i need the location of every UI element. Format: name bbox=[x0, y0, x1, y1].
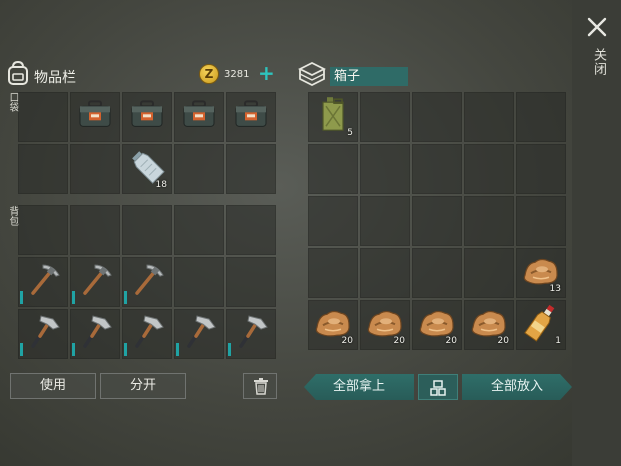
put-all-button[interactable]: 全部放入 bbox=[462, 374, 572, 400]
pocket-slot[interactable] bbox=[70, 144, 120, 194]
toolbox-icon bbox=[130, 99, 164, 133]
item-count: 18 bbox=[155, 180, 167, 190]
pocket-slot[interactable] bbox=[18, 92, 68, 142]
box-slot[interactable] bbox=[360, 92, 410, 142]
hatchet-icon bbox=[75, 311, 115, 355]
backpack-slot[interactable] bbox=[226, 309, 276, 359]
durability-bar bbox=[72, 291, 75, 304]
box-slot[interactable] bbox=[360, 144, 410, 194]
coin-count: 3281 bbox=[224, 69, 250, 80]
take-all-button[interactable]: 全部拿上 bbox=[304, 374, 414, 400]
toolbox-icon bbox=[182, 99, 216, 133]
box-slot[interactable] bbox=[412, 196, 462, 246]
pocket-slot[interactable] bbox=[174, 144, 224, 194]
grid-sort-icon bbox=[430, 380, 446, 396]
pocket-slot[interactable] bbox=[18, 144, 68, 194]
inventory-title: 物品栏 bbox=[34, 70, 76, 86]
box-slot[interactable] bbox=[360, 196, 410, 246]
box-slot[interactable] bbox=[464, 196, 514, 246]
item-count: 20 bbox=[393, 336, 405, 346]
backpack-slot[interactable] bbox=[122, 257, 172, 307]
item-count: 20 bbox=[341, 336, 353, 346]
hatchet-icon bbox=[127, 311, 167, 355]
backpack-slot[interactable] bbox=[226, 205, 276, 255]
coin-icon: Z bbox=[199, 64, 219, 84]
backpack-slot[interactable] bbox=[70, 309, 120, 359]
item-count: 1 bbox=[555, 336, 561, 346]
box-slot[interactable]: 20 bbox=[464, 300, 514, 350]
box-slot[interactable] bbox=[360, 248, 410, 298]
backpack-slot[interactable] bbox=[122, 205, 172, 255]
backpack-slot[interactable] bbox=[18, 309, 68, 359]
backpack-slot[interactable] bbox=[174, 309, 224, 359]
item-count: 20 bbox=[445, 336, 457, 346]
box-slot[interactable]: 20 bbox=[412, 300, 462, 350]
pocket-slot[interactable] bbox=[122, 92, 172, 142]
backpack-grid bbox=[18, 205, 276, 359]
backpack-slot[interactable] bbox=[18, 205, 68, 255]
use-button[interactable]: 使用 bbox=[10, 373, 96, 399]
box-slot[interactable] bbox=[412, 92, 462, 142]
toolbox-icon bbox=[78, 99, 112, 133]
backpack-slot[interactable] bbox=[18, 257, 68, 307]
split-button[interactable]: 分开 bbox=[100, 373, 186, 399]
box-slot[interactable] bbox=[412, 144, 462, 194]
durability-bar bbox=[176, 343, 179, 356]
box-slot[interactable]: 5 bbox=[308, 92, 358, 142]
item-count: 20 bbox=[497, 336, 509, 346]
box-slot[interactable] bbox=[464, 92, 514, 142]
pocket-slot[interactable] bbox=[226, 144, 276, 194]
durability-bar bbox=[124, 291, 127, 304]
hatchet-icon bbox=[23, 311, 63, 355]
backpack-slot[interactable] bbox=[174, 257, 224, 307]
box-slot[interactable] bbox=[516, 196, 566, 246]
durability-bar bbox=[20, 291, 23, 304]
pickaxe-icon bbox=[23, 259, 63, 303]
box-slot[interactable]: 13 bbox=[516, 248, 566, 298]
jerrycan-icon bbox=[318, 96, 348, 136]
pocket-slot[interactable]: 18 bbox=[122, 144, 172, 194]
hatchet-icon bbox=[179, 311, 219, 355]
box-slot[interactable] bbox=[412, 248, 462, 298]
box-slot[interactable] bbox=[464, 248, 514, 298]
backpack-slot[interactable] bbox=[70, 205, 120, 255]
toolbox-icon bbox=[234, 99, 268, 133]
backpack-slot[interactable] bbox=[70, 257, 120, 307]
box-slot[interactable] bbox=[516, 92, 566, 142]
box-slot[interactable]: 20 bbox=[308, 300, 358, 350]
durability-bar bbox=[124, 343, 127, 356]
pocket-slot[interactable] bbox=[226, 92, 276, 142]
hatchet-icon bbox=[231, 311, 271, 355]
box-slot[interactable] bbox=[308, 248, 358, 298]
box-slot[interactable] bbox=[464, 144, 514, 194]
box-slot[interactable] bbox=[516, 144, 566, 194]
close-label[interactable]: 关闭 bbox=[589, 48, 608, 76]
backpack-slot[interactable] bbox=[226, 257, 276, 307]
close-icon[interactable] bbox=[586, 16, 608, 38]
durability-bar bbox=[228, 343, 231, 356]
sort-button[interactable] bbox=[418, 374, 458, 400]
backpack-slot[interactable] bbox=[122, 309, 172, 359]
trash-button[interactable] bbox=[243, 373, 277, 399]
box-slot[interactable]: 1 bbox=[516, 300, 566, 350]
box-slot[interactable] bbox=[308, 144, 358, 194]
pocket-slot[interactable] bbox=[174, 92, 224, 142]
pickaxe-icon bbox=[75, 259, 115, 303]
box-slot[interactable]: 20 bbox=[360, 300, 410, 350]
add-coins-button[interactable]: + bbox=[258, 63, 275, 83]
box-icon bbox=[298, 61, 326, 87]
backpack-icon bbox=[8, 60, 28, 85]
box-slot[interactable] bbox=[308, 196, 358, 246]
item-count: 5 bbox=[347, 128, 353, 138]
pocket-grid: 18 bbox=[18, 92, 276, 194]
pocket-slot[interactable] bbox=[70, 92, 120, 142]
box-grid: 5 13 20 20 20 20 1 bbox=[308, 92, 566, 357]
pickaxe-icon bbox=[127, 259, 167, 303]
durability-bar bbox=[20, 343, 23, 356]
item-count: 13 bbox=[549, 284, 561, 294]
box-title: 箱子 bbox=[330, 67, 408, 86]
backpack-slot[interactable] bbox=[174, 205, 224, 255]
trash-icon bbox=[254, 378, 268, 395]
durability-bar bbox=[72, 343, 75, 356]
